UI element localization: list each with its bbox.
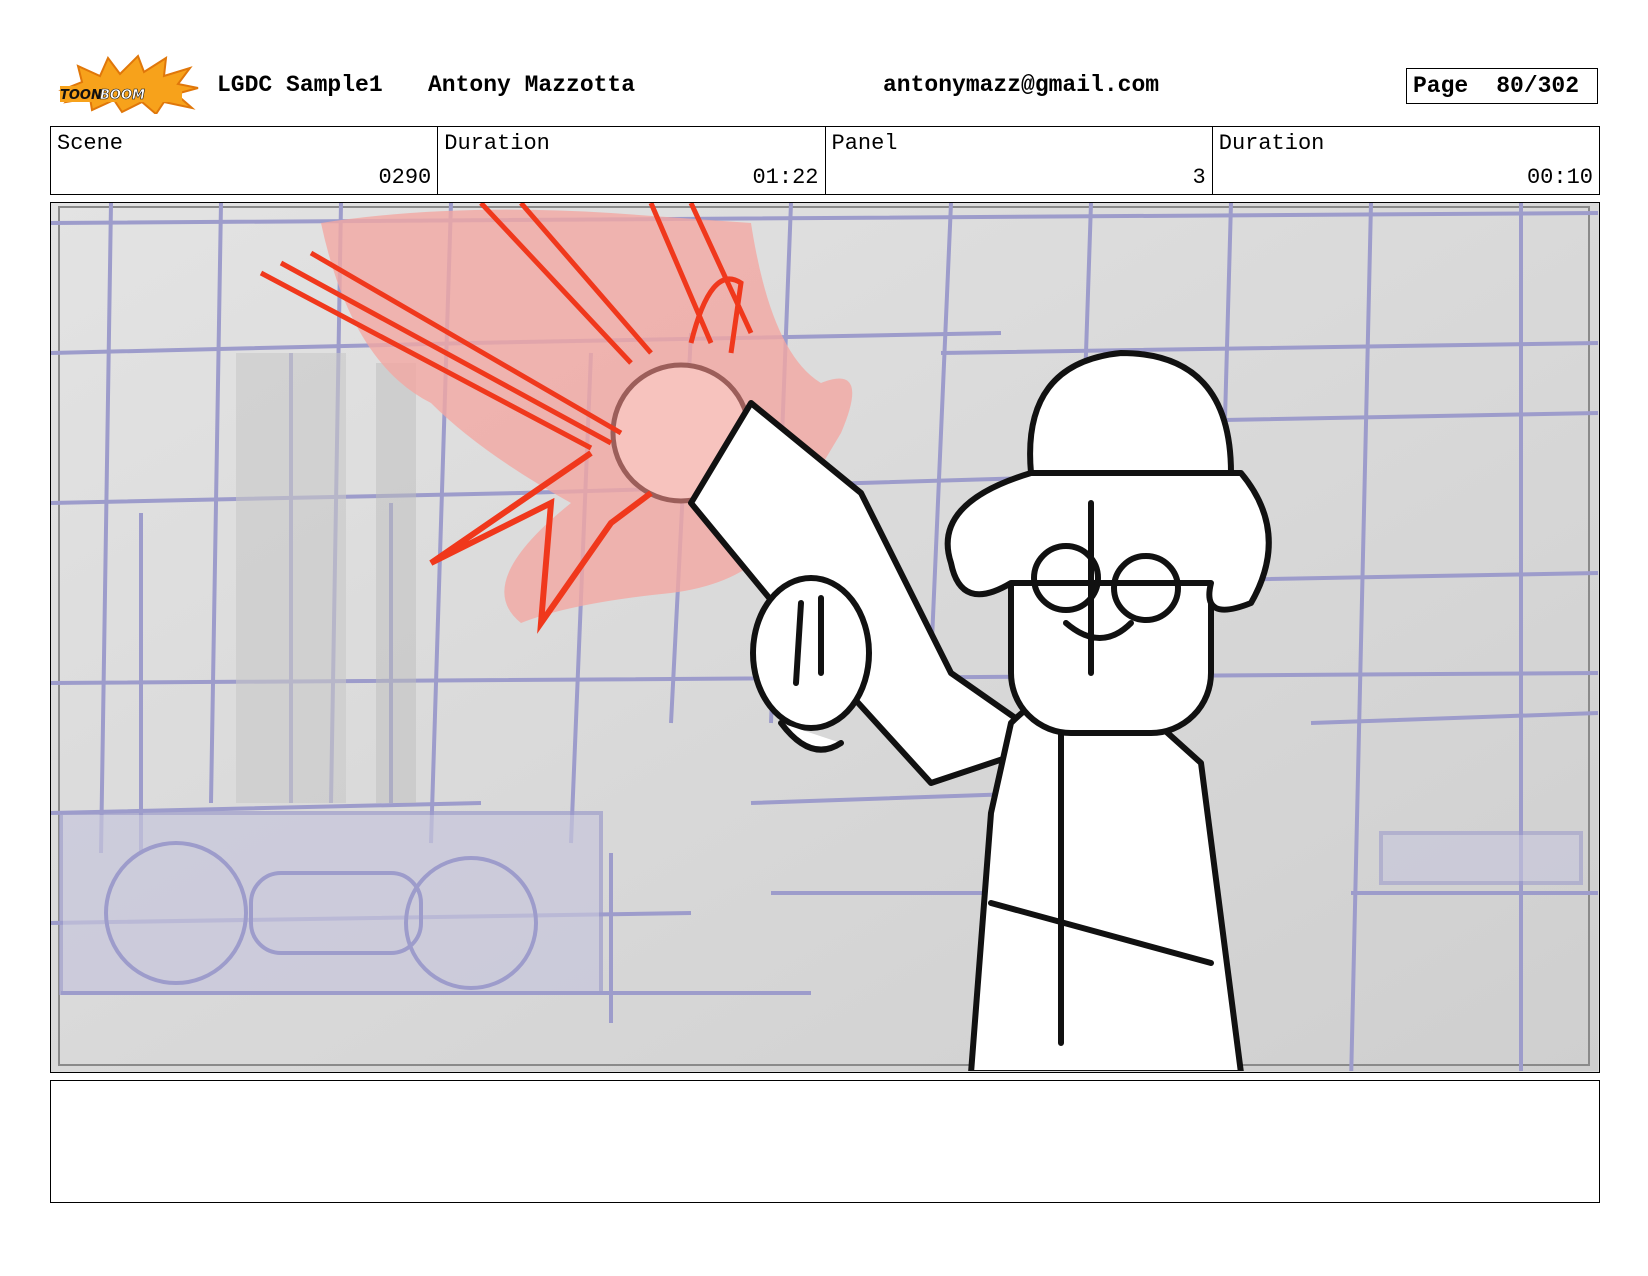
panel-duration-value: 00:10 — [1526, 165, 1593, 190]
panel-label: Panel — [831, 131, 898, 156]
scene-duration-value: 01:22 — [752, 165, 819, 190]
panel-info-table: Scene 0290 Duration 01:22 Panel 3 Durati… — [50, 126, 1600, 195]
panel-cell: Panel 3 — [826, 127, 1213, 194]
svg-text:BOOM: BOOM — [100, 88, 145, 103]
panel-duration-label: Duration — [1218, 131, 1325, 156]
project-title: LGDC Sample1 — [217, 72, 383, 98]
svg-text:TOON: TOON — [60, 88, 102, 103]
toonboom-logo: TOON BOOM — [58, 54, 199, 114]
page-label: Page — [1413, 73, 1469, 99]
author-name: Antony Mazzotta — [428, 72, 636, 98]
scene-cell: Scene 0290 — [51, 127, 439, 194]
panel-notes — [50, 1080, 1600, 1203]
author-email: antonymazz@gmail.com — [883, 72, 1160, 98]
page-indicator: Page 80/302 — [1406, 68, 1598, 104]
page-number: 80/302 — [1496, 73, 1580, 99]
panel-duration-cell: Duration 00:10 — [1213, 127, 1599, 194]
scene-duration-label: Duration — [444, 131, 550, 156]
scene-label: Scene — [57, 131, 124, 156]
panel-value: 3 — [1192, 165, 1206, 190]
scene-duration-cell: Duration 01:22 — [438, 127, 826, 194]
scene-value: 0290 — [378, 165, 432, 190]
storyboard-panel-image — [50, 202, 1600, 1073]
